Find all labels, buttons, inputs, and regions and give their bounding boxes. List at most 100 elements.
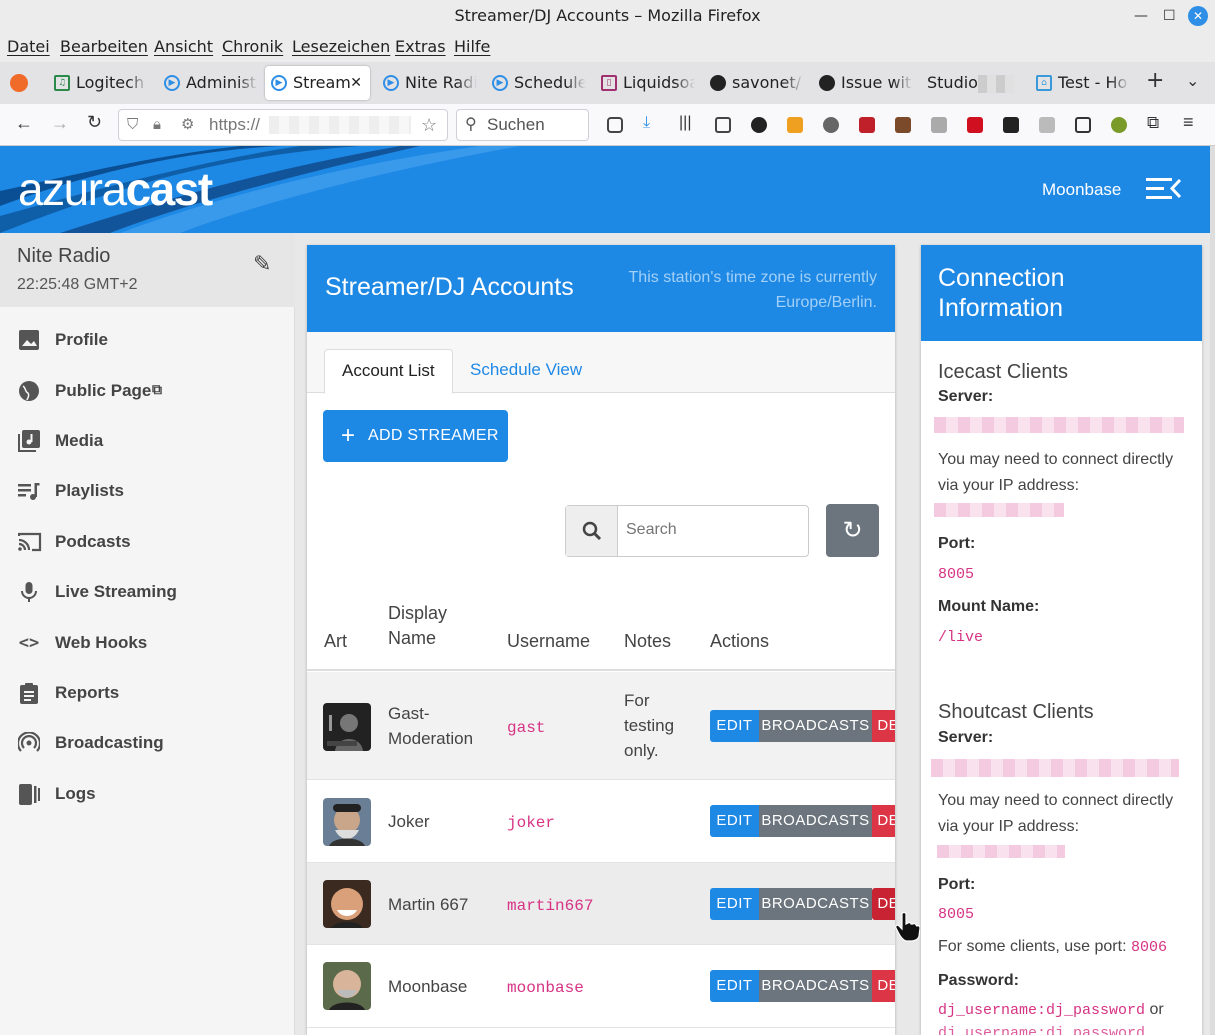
- browser-tab[interactable]: ▶ Nite Radi: [377, 66, 477, 100]
- search-icon: ⚲: [465, 116, 477, 133]
- azuracast-logo[interactable]: azuracast: [18, 162, 213, 216]
- markdown-icon[interactable]: [1003, 117, 1019, 133]
- browser-tab[interactable]: ▶ Schedule: [486, 66, 586, 100]
- edit-button[interactable]: EDIT: [710, 710, 759, 742]
- cast-icon: [17, 531, 42, 553]
- blurred-ip: [937, 845, 1065, 858]
- close-tab-icon[interactable]: ✕: [350, 66, 362, 100]
- refresh-button[interactable]: ↻: [826, 504, 879, 557]
- edit-button[interactable]: EDIT: [710, 888, 759, 920]
- display-name: Gast-Moderation: [388, 704, 474, 748]
- delete-button[interactable]: DELETE: [872, 805, 895, 837]
- chevron-down-icon[interactable]: ⌄: [1186, 71, 1199, 90]
- extension-icon[interactable]: [787, 117, 803, 133]
- password-value: dj_username:dj_password or: [938, 1001, 1164, 1019]
- bookmark-star-icon[interactable]: ☆: [421, 110, 437, 140]
- edit-pencil-icon[interactable]: ✎: [253, 251, 271, 277]
- close-window-icon[interactable]: ✕: [1188, 6, 1208, 26]
- tab-schedule-view[interactable]: Schedule View: [453, 349, 599, 394]
- reader-icon[interactable]: [715, 117, 731, 133]
- table-row: Joker joker EDIT BROADCASTS DELETE: [307, 780, 895, 863]
- sidebar-item-label: Podcasts: [55, 532, 131, 551]
- streamers-card: Streamer/DJ Accounts This station's time…: [307, 245, 895, 1035]
- edit-button[interactable]: EDIT: [710, 970, 759, 1002]
- extension-icon[interactable]: [967, 117, 983, 133]
- browser-nav-bar: ← → ↻ ⛉ 🔒︎ ⚙ https:// ☆ ⚲ Suchen ⤓ ||| ⧉…: [0, 104, 1215, 146]
- extension-icon[interactable]: [895, 117, 911, 133]
- globe-icon: [18, 380, 40, 402]
- extension-icon[interactable]: [1111, 117, 1127, 133]
- delete-button[interactable]: DELETE: [872, 970, 895, 1002]
- display-name: Joker: [388, 812, 430, 831]
- username: gast: [507, 719, 546, 737]
- music-icon: ♫: [54, 75, 70, 91]
- ublock-icon[interactable]: [859, 117, 875, 133]
- sidebar-item-label: Profile: [55, 330, 108, 349]
- sidebar-item-label: Reports: [55, 683, 120, 702]
- reload-icon[interactable]: ↻: [87, 112, 102, 133]
- sidebar-item-label: Public Page: [55, 381, 152, 400]
- menu-view[interactable]: Ansicht: [154, 37, 213, 56]
- search-bar[interactable]: ⚲ Suchen: [456, 109, 589, 141]
- pocket-icon[interactable]: [607, 117, 623, 133]
- extensions-puzzle-icon[interactable]: ⧉: [1147, 113, 1159, 133]
- notes: For testing only.: [624, 691, 675, 760]
- minimize-icon[interactable]: —: [1134, 0, 1148, 32]
- download-icon[interactable]: ⤓: [643, 114, 650, 132]
- browser-tab[interactable]: ▶ Administ: [158, 66, 258, 100]
- sidebar-toggle-icon[interactable]: [1146, 176, 1182, 202]
- browser-tab-active[interactable]: ▶ Stream ✕: [265, 66, 370, 100]
- github-icon: [710, 75, 726, 91]
- broadcasts-button[interactable]: BROADCASTS: [759, 970, 872, 1002]
- browser-tab[interactable]: ⌂ Test - Ho: [1030, 66, 1130, 100]
- sidebar-item-label: Live Streaming: [55, 582, 177, 601]
- browser-tab[interactable]: ▯ Liquidsoa: [595, 66, 695, 100]
- timezone-note: This station's time zone is currently Eu…: [628, 269, 877, 311]
- extension-icon[interactable]: [823, 117, 839, 133]
- column-username: Username: [507, 631, 591, 651]
- page-scrollbar[interactable]: [1210, 146, 1215, 1035]
- add-streamer-button[interactable]: + ADD STREAMER: [323, 410, 508, 462]
- external-link-icon: ⧉: [152, 381, 162, 397]
- sidebar-item-label: Web Hooks: [55, 633, 148, 652]
- menu-bookmarks[interactable]: Lesezeichen: [292, 37, 390, 56]
- maximize-icon[interactable]: ☐: [1163, 0, 1176, 32]
- delete-button[interactable]: DELETE: [872, 710, 895, 742]
- broadcasts-button[interactable]: BROADCASTS: [759, 710, 872, 742]
- extension-m-icon[interactable]: [751, 117, 767, 133]
- back-icon[interactable]: ←: [15, 113, 33, 134]
- browser-tab[interactable]: ♫ Logitech: [48, 66, 148, 100]
- md-icon[interactable]: [1039, 117, 1055, 133]
- menu-edit[interactable]: Bearbeiten: [60, 37, 148, 56]
- browser-tab[interactable]: savonet/: [704, 66, 804, 100]
- logs-icon: [18, 783, 40, 805]
- browser-tab[interactable]: Studio: [922, 66, 1022, 100]
- menu-history[interactable]: Chronik: [222, 37, 283, 56]
- forward-icon[interactable]: →: [51, 113, 69, 134]
- broadcasts-button[interactable]: BROADCASTS: [759, 805, 872, 837]
- search-input[interactable]: [626, 521, 796, 539]
- clipboard-icon: [18, 682, 40, 704]
- broadcasts-button[interactable]: BROADCASTS: [759, 888, 872, 920]
- menu-tools[interactable]: Extras: [395, 37, 446, 56]
- header-station-name[interactable]: Moonbase: [1042, 180, 1121, 200]
- streamer-art: [323, 880, 371, 928]
- edit-button[interactable]: EDIT: [710, 805, 759, 837]
- news-icon[interactable]: [1075, 117, 1091, 133]
- menu-help[interactable]: Hilfe: [454, 37, 490, 56]
- code-icon: <>: [18, 633, 40, 653]
- delete-button-hover[interactable]: DELETE: [872, 888, 895, 920]
- search-group: [565, 505, 809, 557]
- new-tab-icon[interactable]: +: [1146, 68, 1164, 93]
- table-header: Art Display Name Username Notes Actions: [307, 585, 895, 671]
- tab-account-list[interactable]: Account List: [324, 349, 453, 394]
- menu-file[interactable]: Datei: [7, 37, 50, 56]
- play-icon: ▶: [492, 75, 508, 91]
- url-bar[interactable]: ⛉ 🔒︎ ⚙ https:// ☆: [118, 109, 448, 141]
- hamburger-menu-icon[interactable]: ≡: [1183, 112, 1194, 133]
- firefox-icon[interactable]: [10, 74, 28, 92]
- library-icon[interactable]: |||: [679, 114, 691, 132]
- extension-icon[interactable]: [931, 117, 947, 133]
- refresh-icon: ↻: [842, 517, 863, 544]
- browser-tab[interactable]: Issue wit: [813, 66, 913, 100]
